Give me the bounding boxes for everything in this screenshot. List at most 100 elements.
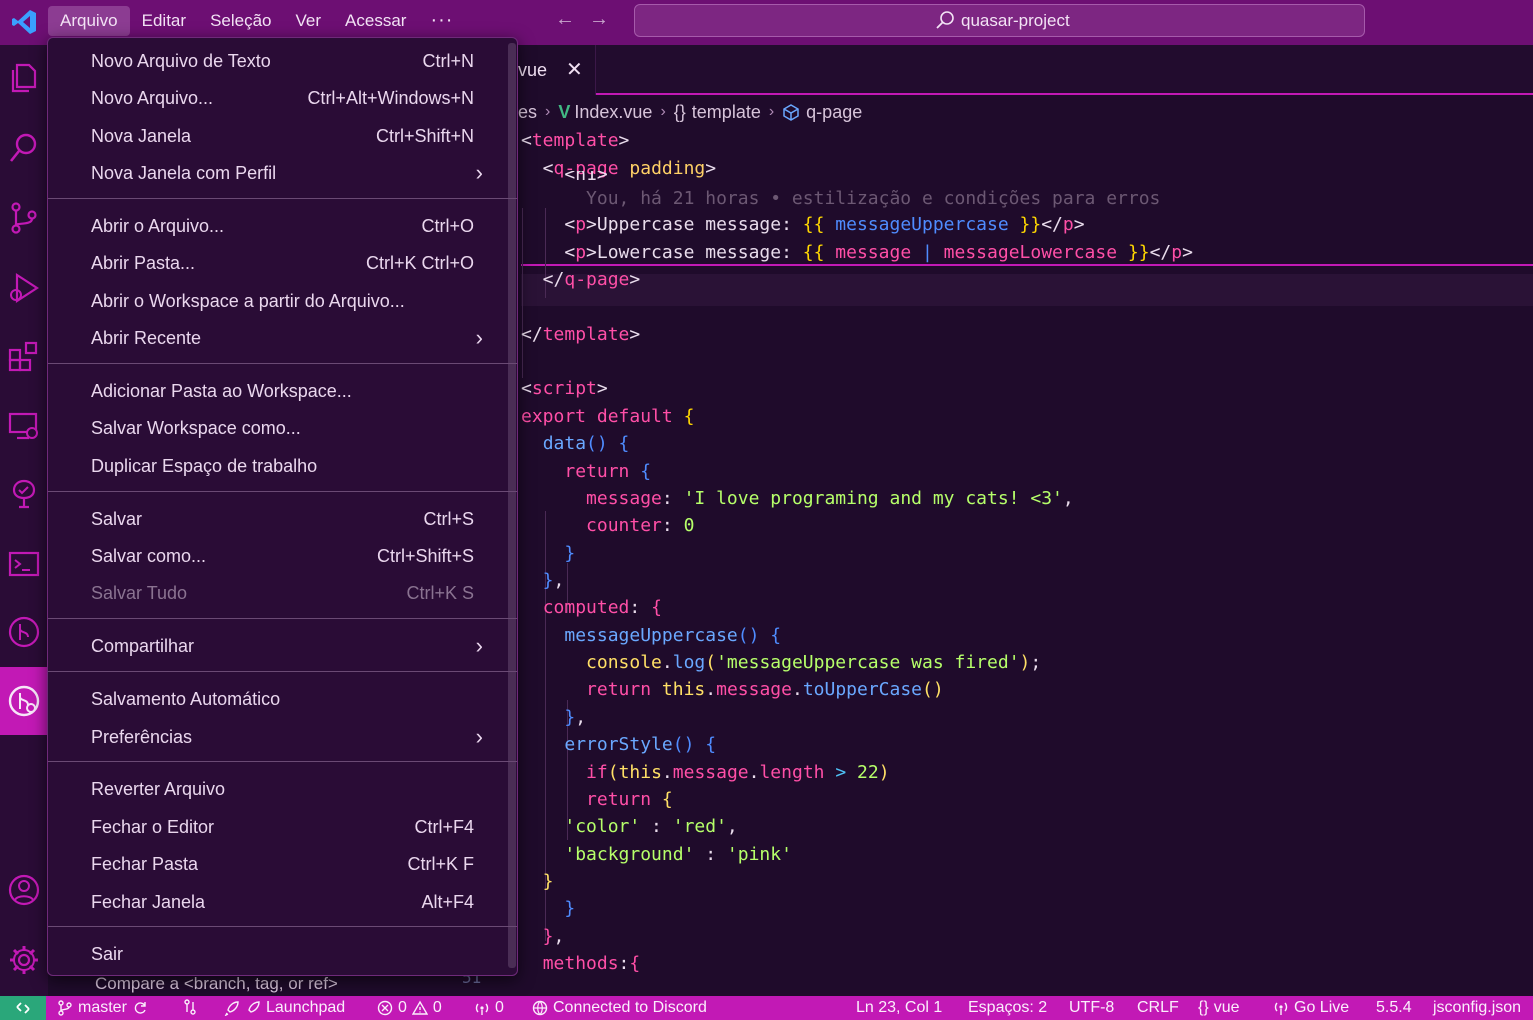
menu-item-label: Reverter Arquivo — [91, 779, 226, 799]
gitlens-compare-item[interactable]: Compare a <branch, tag, or ref> — [95, 974, 338, 994]
menu-item-abrir-o-workspace-a-partir-do-arquivo[interactable]: Abrir o Workspace a partir do Arquivo... — [48, 283, 507, 319]
menu-item-label: Abrir o Arquivo... — [91, 216, 225, 236]
menu-ver[interactable]: Ver — [284, 6, 334, 36]
menu-item-salvar-workspace-como[interactable]: Salvar Workspace como... — [48, 410, 507, 446]
gitlens-icon[interactable] — [0, 667, 48, 735]
menu-item-fechar-janela[interactable]: Fechar Janela Alt+F4 — [48, 884, 507, 920]
code-line: console.log('messageUppercase was fired'… — [586, 652, 1042, 673]
ports-status[interactable]: 0 — [474, 999, 504, 1017]
breadcrumb-qpage[interactable]: q-page — [806, 102, 862, 123]
menu-item-fechar-o-editor[interactable]: Fechar o Editor Ctrl+F4 — [48, 809, 507, 845]
menu-item-abrir-recente[interactable]: Abrir Recente › — [48, 320, 507, 356]
language-mode[interactable]: {} vue — [1198, 999, 1239, 1017]
code-line: <h1> — [564, 171, 608, 183]
git-branch-icon — [58, 1000, 72, 1016]
menu-item-salvar-como[interactable]: Salvar como... Ctrl+Shift+S — [48, 538, 507, 574]
git-graph-status[interactable] — [182, 999, 198, 1015]
menu-item-novo-arquivo[interactable]: Novo Arquivo... Ctrl+Alt+Windows+N — [48, 80, 507, 116]
code-line: 'color' : 'red', — [564, 816, 738, 837]
menu-acessar[interactable]: Acessar — [333, 6, 418, 36]
breadcrumb: ges › V Index.vue › {} template › q-page — [508, 100, 862, 124]
menu-item-label: Abrir Recente — [91, 328, 202, 348]
menu-item-shortcut: Ctrl+Shift+S — [376, 546, 474, 566]
more-menu-icon[interactable]: ··· — [418, 6, 465, 38]
menu-item-fechar-pasta[interactable]: Fechar Pasta Ctrl+K F — [48, 846, 507, 882]
command-center-search[interactable]: quasar-project — [634, 4, 1365, 37]
menu-item-abrir-pasta[interactable]: Abrir Pasta... Ctrl+K Ctrl+O — [48, 245, 507, 281]
menu-item-shortcut: Ctrl+K Ctrl+O — [365, 253, 474, 273]
git-graph-icon[interactable] — [0, 609, 48, 655]
search-activity-icon[interactable] — [0, 125, 48, 171]
chevron-right-icon: › — [545, 103, 551, 120]
breadcrumb-file[interactable]: Index.vue — [574, 102, 652, 123]
braces-icon: {} — [673, 101, 686, 122]
menu-separator — [48, 198, 517, 199]
menu-item-label: Salvar — [91, 509, 143, 529]
code-line: methods:{ — [542, 953, 641, 974]
remote-explorer-icon[interactable] — [0, 403, 48, 449]
code-line: <template> — [521, 130, 630, 151]
menu-selecao[interactable]: Seleção — [198, 6, 283, 36]
encoding-status[interactable]: UTF-8 — [1069, 999, 1114, 1017]
code-line: errorStyle() { — [564, 734, 717, 755]
jsconfig-status[interactable]: jsconfig.json — [1433, 999, 1521, 1017]
terminal-icon[interactable] — [0, 541, 48, 587]
menu-scrollbar[interactable] — [508, 43, 516, 968]
menu-item-reverter-arquivo[interactable]: Reverter Arquivo — [48, 771, 507, 807]
menu-item-salvar-tudo[interactable]: Salvar Tudo Ctrl+K S — [48, 575, 507, 611]
source-control-icon[interactable] — [0, 195, 48, 241]
go-live-button[interactable]: Go Live — [1273, 999, 1349, 1017]
code-line: <script> — [521, 378, 608, 399]
ports-count: 0 — [495, 999, 504, 1016]
code-line: computed: { — [542, 597, 662, 618]
tab-index-vue[interactable]: vue ✕ — [508, 45, 596, 95]
menu-item-shortcut: Ctrl+Alt+Windows+N — [307, 88, 474, 108]
account-icon[interactable] — [0, 867, 48, 913]
breadcrumb-template[interactable]: template — [692, 102, 761, 123]
testing-icon[interactable] — [0, 471, 48, 517]
cursor-position[interactable]: Ln 23, Col 1 — [856, 999, 942, 1017]
menu-item-nova-janela-com-perfil[interactable]: Nova Janela com Perfil › — [48, 155, 507, 191]
menu-separator — [48, 761, 517, 762]
menu-separator — [48, 926, 517, 927]
menu-item-duplicar-espa-o-de-trabalho[interactable]: Duplicar Espaço de trabalho — [48, 448, 507, 484]
menu-item-label: Novo Arquivo de Texto — [91, 51, 271, 71]
menu-item-salvar[interactable]: Salvar Ctrl+S — [48, 501, 507, 537]
remote-indicator[interactable] — [0, 996, 46, 1020]
menu-item-compartilhar[interactable]: Compartilhar › — [48, 628, 507, 664]
forward-arrow-icon[interactable]: → — [589, 8, 609, 31]
back-arrow-icon[interactable]: ← — [555, 8, 575, 31]
sync-icon[interactable] — [132, 1000, 148, 1016]
problems-status[interactable]: 0 0 — [377, 999, 442, 1017]
menu-item-adicionar-pasta-ao-workspace[interactable]: Adicionar Pasta ao Workspace... — [48, 373, 507, 409]
menu-editar[interactable]: Editar — [130, 6, 198, 36]
menu-item-abrir-o-arquivo[interactable]: Abrir o Arquivo... Ctrl+O — [48, 208, 507, 244]
menu-arquivo[interactable]: Arquivo — [48, 6, 130, 36]
menu-item-novo-arquivo-de-texto[interactable]: Novo Arquivo de Texto Ctrl+N — [48, 43, 507, 79]
code-line: <p>Uppercase message: {{ messageUppercas… — [521, 214, 1085, 235]
eol-status[interactable]: CRLF — [1137, 999, 1179, 1017]
menu-item-nova-janela[interactable]: Nova Janela Ctrl+Shift+N — [48, 118, 507, 154]
broadcast-icon — [1274, 1002, 1288, 1015]
launchpad-status[interactable]: Launchpad — [224, 999, 345, 1017]
menu-separator — [48, 671, 517, 672]
branch-indicator[interactable]: master — [57, 999, 148, 1017]
discord-status[interactable]: Connected to Discord — [532, 999, 707, 1017]
broadcast-icon — [475, 1003, 489, 1015]
menu-item-sair[interactable]: Sair — [48, 936, 507, 972]
indentation-status[interactable]: Espaços: 2 — [968, 999, 1047, 1017]
close-icon[interactable]: ✕ — [566, 57, 583, 82]
launchpad-label: Launchpad — [266, 999, 346, 1016]
git-compare-icon — [184, 999, 196, 1015]
menu-item-salvamento-autom-tico[interactable]: Salvamento Automático — [48, 681, 507, 717]
run-debug-icon[interactable] — [0, 265, 48, 311]
menu-item-prefer-ncias[interactable]: Preferências › — [48, 719, 507, 755]
settings-gear-icon[interactable] — [0, 937, 48, 983]
menu-item-label: Duplicar Espaço de trabalho — [91, 456, 318, 476]
menu-item-label: Nova Janela com Perfil — [91, 163, 277, 183]
menu-bar: Arquivo Editar Seleção Ver Acessar ··· — [48, 6, 465, 38]
explorer-icon[interactable] — [0, 55, 48, 101]
ts-version[interactable]: 5.5.4 — [1376, 999, 1412, 1017]
extensions-icon[interactable] — [0, 333, 48, 379]
menu-item-label: Abrir o Workspace a partir do Arquivo... — [91, 291, 405, 311]
